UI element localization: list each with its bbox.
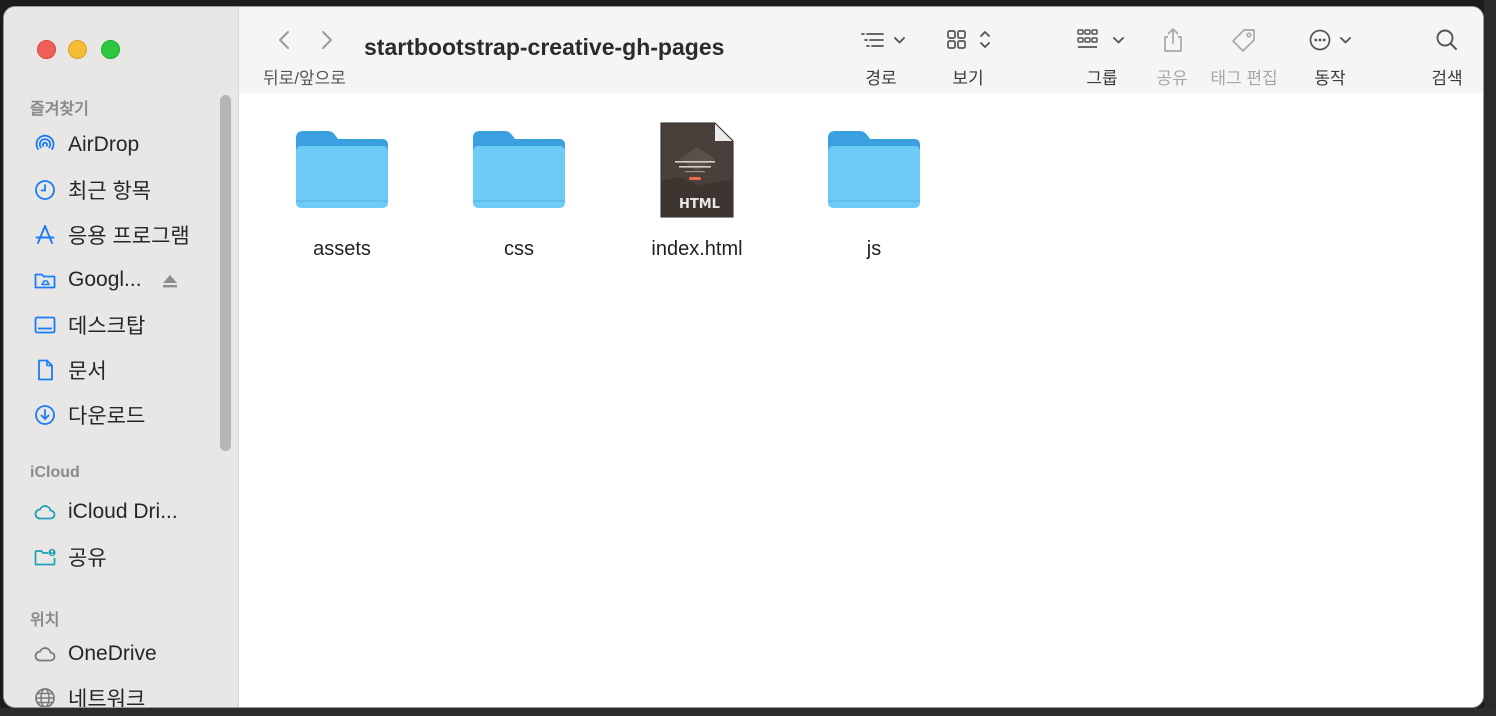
desktop-icon (32, 312, 58, 338)
sidebar-item-label: AirDrop (68, 133, 140, 156)
network-icon (32, 685, 58, 707)
file-name: js (866, 238, 882, 260)
icon-view-grid-icon (947, 30, 990, 49)
background-taskbar-strip (0, 708, 1496, 716)
sidebar-item-onedrive[interactable]: OneDrive (32, 640, 157, 668)
clock-icon (32, 177, 58, 203)
toolbar: 뒤로/앞으로 startbootstrap-creative-gh-pages … (239, 7, 1483, 94)
sidebar-item-label: 네트워크 (68, 688, 146, 708)
share-label: 공유 (1156, 69, 1188, 88)
sidebar-item-shared[interactable]: 공유 (32, 543, 107, 571)
sidebar-item-label: 공유 (68, 547, 107, 570)
sidebar-item-label: 다운로드 (68, 405, 146, 428)
edit-tags-label: 태그 편집 (1210, 69, 1278, 88)
list-path-icon (861, 33, 905, 47)
file-item-js[interactable]: js (804, 114, 944, 261)
window-title: startbootstrap-creative-gh-pages (364, 34, 725, 60)
minimize-window-button[interactable] (68, 40, 87, 59)
sidebar-item-airdrop[interactable]: AirDrop (32, 131, 139, 159)
sidebar-item-label: OneDrive (68, 642, 157, 665)
search-icon (1436, 29, 1457, 50)
airdrop-icon (32, 132, 58, 158)
path-button[interactable] (856, 25, 908, 55)
sidebar-item-label: 최근 항목 (68, 180, 152, 203)
edit-tags-button[interactable] (1229, 25, 1259, 55)
file-item-index-html[interactable]: index.html (627, 114, 767, 261)
sidebar: 즐겨찾기 AirDrop 최근 항목 응용 프로그램 Googl... 데스크탑… (4, 7, 239, 707)
sidebar-item-network[interactable]: 네트워크 (32, 684, 146, 708)
sidebar-item-recents[interactable]: 최근 항목 (32, 176, 151, 204)
eject-icon[interactable] (161, 272, 179, 290)
folder-icon (449, 114, 589, 224)
sidebar-item-label: 응용 프로그램 (68, 225, 190, 248)
forward-arrow-icon[interactable] (315, 29, 337, 51)
sidebar-section-favorites: 즐겨찾기 (30, 101, 89, 118)
view-label: 보기 (952, 69, 984, 88)
sidebar-item-label: iCloud Dri... (68, 500, 178, 523)
file-name: css (504, 238, 534, 260)
more-ellipsis-icon (1309, 29, 1351, 51)
path-label: 경로 (865, 69, 897, 88)
sidebar-item-label: 문서 (68, 360, 107, 383)
group-grid-icon (1077, 29, 1124, 48)
document-icon (32, 357, 58, 383)
file-item-assets[interactable]: assets (272, 114, 412, 261)
sidebar-section-icloud: iCloud (30, 464, 80, 481)
view-button[interactable] (944, 25, 996, 55)
group-label: 그룹 (1086, 69, 1118, 88)
background-desktop-strip (1484, 0, 1496, 716)
applications-icon (32, 222, 58, 248)
sidebar-item-applications[interactable]: 응용 프로그램 (32, 221, 190, 249)
folder-icon (272, 114, 412, 224)
search-button[interactable] (1434, 25, 1460, 55)
maximize-window-button[interactable] (101, 40, 120, 59)
tag-icon (1232, 29, 1255, 52)
action-button[interactable] (1307, 25, 1359, 55)
folder-icon (804, 114, 944, 224)
group-button[interactable] (1075, 25, 1131, 55)
sidebar-item-documents[interactable]: 문서 (32, 356, 107, 384)
sidebar-item-label: 데스크탑 (68, 315, 146, 338)
sidebar-item-downloads[interactable]: 다운로드 (32, 401, 145, 429)
sidebar-scrollbar[interactable] (220, 95, 231, 451)
back-arrow-icon[interactable] (274, 29, 296, 51)
close-window-button[interactable] (37, 40, 56, 59)
download-icon (32, 402, 58, 428)
back-forward-label: 뒤로/앞으로 (263, 69, 346, 88)
google-drive-icon (32, 267, 58, 293)
share-icon (1164, 28, 1182, 52)
sidebar-section-locations: 위치 (30, 612, 60, 629)
sidebar-item-desktop[interactable]: 데스크탑 (32, 311, 145, 339)
sidebar-item-icloud-drive[interactable]: iCloud Dri... (32, 498, 178, 526)
sidebar-item-label: Googl... (68, 268, 142, 291)
html-badge: HTML (679, 197, 720, 212)
finder-window: 즐겨찾기 AirDrop 최근 항목 응용 프로그램 Googl... 데스크탑… (3, 6, 1484, 708)
file-name: index.html (651, 238, 743, 260)
file-grid: assets css index.html HTML js (239, 93, 1483, 707)
action-label: 동작 (1314, 69, 1346, 88)
search-label: 검색 (1431, 69, 1463, 88)
icloud-icon (32, 499, 58, 525)
shared-folder-icon (32, 544, 58, 570)
cloud-icon (32, 641, 58, 667)
share-button[interactable] (1158, 25, 1188, 55)
file-item-css[interactable]: css (449, 114, 589, 261)
sidebar-item-google-drive[interactable]: Googl... (32, 266, 142, 294)
file-name: assets (313, 238, 371, 260)
